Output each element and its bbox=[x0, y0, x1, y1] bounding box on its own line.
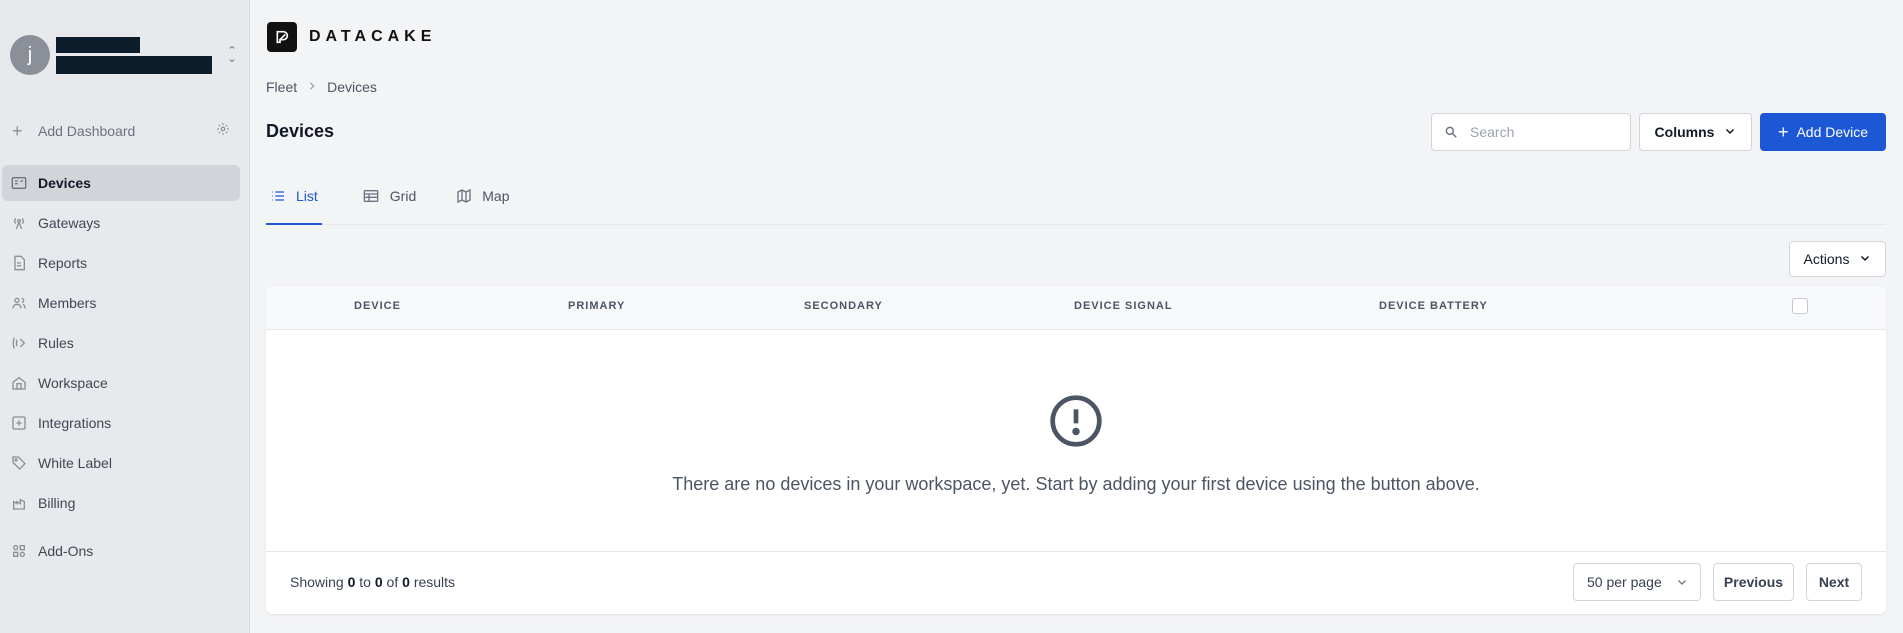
members-icon bbox=[10, 294, 28, 312]
columns-button[interactable]: Columns bbox=[1639, 113, 1752, 151]
tab-grid[interactable]: Grid bbox=[362, 180, 416, 225]
chevron-down-icon bbox=[1859, 251, 1871, 267]
tag-icon bbox=[10, 454, 28, 472]
breadcrumb-fleet[interactable]: Fleet bbox=[266, 79, 297, 95]
integrations-icon bbox=[10, 414, 28, 432]
devices-table: DEVICE PRIMARY SECONDARY DEVICE SIGNAL D… bbox=[266, 286, 1886, 614]
column-header-device[interactable]: DEVICE bbox=[354, 300, 401, 312]
select-all-checkbox[interactable] bbox=[1792, 298, 1808, 314]
sidebar-item-workspace[interactable]: Workspace bbox=[2, 365, 240, 401]
add-device-label: Add Device bbox=[1796, 124, 1869, 140]
sidebar-item-label: Devices bbox=[38, 175, 91, 191]
sidebar-item-integrations[interactable]: Integrations bbox=[2, 405, 240, 441]
sidebar-item-label: Reports bbox=[38, 255, 88, 271]
tab-map[interactable]: Map bbox=[456, 180, 509, 225]
sidebar-item-label: Rules bbox=[38, 335, 74, 351]
redacted-user-name bbox=[56, 36, 140, 53]
billing-icon bbox=[10, 494, 28, 512]
sidebar-item-label: White Label bbox=[38, 455, 112, 471]
plus-icon[interactable]: + bbox=[12, 121, 26, 142]
pagination: Showing 0 to 0 of 0 results 50 per page … bbox=[266, 552, 1886, 614]
workspace-switcher[interactable]: j ⌃ ⌄ bbox=[10, 34, 240, 76]
column-header-primary[interactable]: PRIMARY bbox=[568, 300, 625, 312]
tab-label: List bbox=[296, 188, 318, 204]
list-icon bbox=[270, 188, 286, 204]
exclamation-circle-icon bbox=[1048, 393, 1104, 452]
chevron-right-icon bbox=[307, 80, 317, 94]
sidebar-item-billing[interactable]: Billing bbox=[2, 485, 240, 521]
sidebar-item-white-label[interactable]: White Label bbox=[2, 445, 240, 481]
avatar: j bbox=[10, 35, 50, 75]
rules-icon bbox=[10, 334, 28, 352]
page-title: Devices bbox=[266, 121, 335, 141]
search-icon bbox=[1444, 125, 1458, 139]
empty-state: There are no devices in your workspace, … bbox=[266, 330, 1886, 552]
workspace-icon bbox=[10, 374, 28, 392]
column-header-device-battery[interactable]: DEVICE BATTERY bbox=[1379, 300, 1488, 312]
table-icon bbox=[362, 188, 380, 204]
chevron-up-down-icon: ⌃ ⌄ bbox=[227, 45, 237, 65]
brand-name: DATACAKE bbox=[309, 28, 437, 45]
sidebar-item-devices[interactable]: Devices bbox=[2, 165, 240, 201]
tab-label: Grid bbox=[389, 188, 417, 204]
empty-message: There are no devices in your workspace, … bbox=[672, 474, 1480, 494]
per-page-select[interactable]: 50 per page bbox=[1573, 563, 1701, 601]
sidebar-item-rules[interactable]: Rules bbox=[2, 325, 240, 361]
column-header-secondary[interactable]: SECONDARY bbox=[804, 300, 883, 312]
gateway-icon bbox=[10, 214, 28, 232]
actions-button[interactable]: Actions bbox=[1789, 241, 1886, 277]
next-button[interactable]: Next bbox=[1806, 563, 1862, 601]
breadcrumb: Fleet Devices bbox=[266, 79, 377, 95]
add-device-button[interactable]: + Add Device bbox=[1760, 113, 1886, 151]
chevron-down-icon bbox=[1724, 124, 1736, 140]
column-header-device-signal[interactable]: DEVICE SIGNAL bbox=[1074, 300, 1173, 312]
results-summary: Showing 0 to 0 of 0 results bbox=[290, 574, 456, 590]
add-dashboard-row: + Add Dashboard bbox=[12, 120, 230, 142]
search-box[interactable] bbox=[1431, 113, 1631, 151]
tab-list[interactable]: List bbox=[266, 180, 322, 225]
per-page-value: 50 per page bbox=[1587, 574, 1662, 590]
sidebar-item-label: Members bbox=[38, 295, 97, 311]
report-icon bbox=[10, 254, 28, 272]
sidebar-item-label: Workspace bbox=[38, 375, 108, 391]
plus-icon: + bbox=[1777, 121, 1789, 142]
sidebar: j ⌃ ⌄ + Add Dashboard Devices Gateways Re… bbox=[0, 0, 250, 633]
view-tabs: List Grid Map bbox=[266, 180, 1886, 225]
sidebar-item-label: Billing bbox=[38, 495, 76, 511]
chevron-down-icon bbox=[1676, 575, 1688, 591]
columns-label: Columns bbox=[1654, 124, 1715, 140]
sidebar-item-gateways[interactable]: Gateways bbox=[2, 205, 240, 241]
table-header: DEVICE PRIMARY SECONDARY DEVICE SIGNAL D… bbox=[266, 286, 1886, 330]
brand-logo[interactable]: DATACAKE bbox=[267, 22, 436, 52]
addons-icon bbox=[10, 542, 28, 560]
devices-icon bbox=[10, 174, 28, 192]
sidebar-item-add-ons[interactable]: Add-Ons bbox=[2, 533, 240, 569]
sidebar-item-label: Add-Ons bbox=[38, 543, 94, 559]
tab-label: Map bbox=[482, 188, 510, 204]
sidebar-nav: Devices Gateways Reports Members Rules W… bbox=[2, 165, 240, 573]
sidebar-item-reports[interactable]: Reports bbox=[2, 245, 240, 281]
breadcrumb-devices[interactable]: Devices bbox=[327, 79, 377, 95]
redacted-workspace-name bbox=[56, 55, 212, 74]
sidebar-item-label: Integrations bbox=[38, 415, 112, 431]
datacake-logo-icon bbox=[267, 22, 297, 52]
search-input[interactable] bbox=[1470, 124, 1620, 140]
previous-button[interactable]: Previous bbox=[1713, 563, 1794, 601]
add-dashboard-button[interactable]: Add Dashboard bbox=[38, 123, 216, 139]
workspace-names bbox=[56, 36, 224, 74]
actions-label: Actions bbox=[1803, 251, 1850, 267]
gear-icon[interactable] bbox=[216, 122, 230, 140]
sidebar-item-label: Gateways bbox=[38, 215, 101, 231]
map-icon bbox=[456, 188, 472, 204]
sidebar-item-members[interactable]: Members bbox=[2, 285, 240, 321]
